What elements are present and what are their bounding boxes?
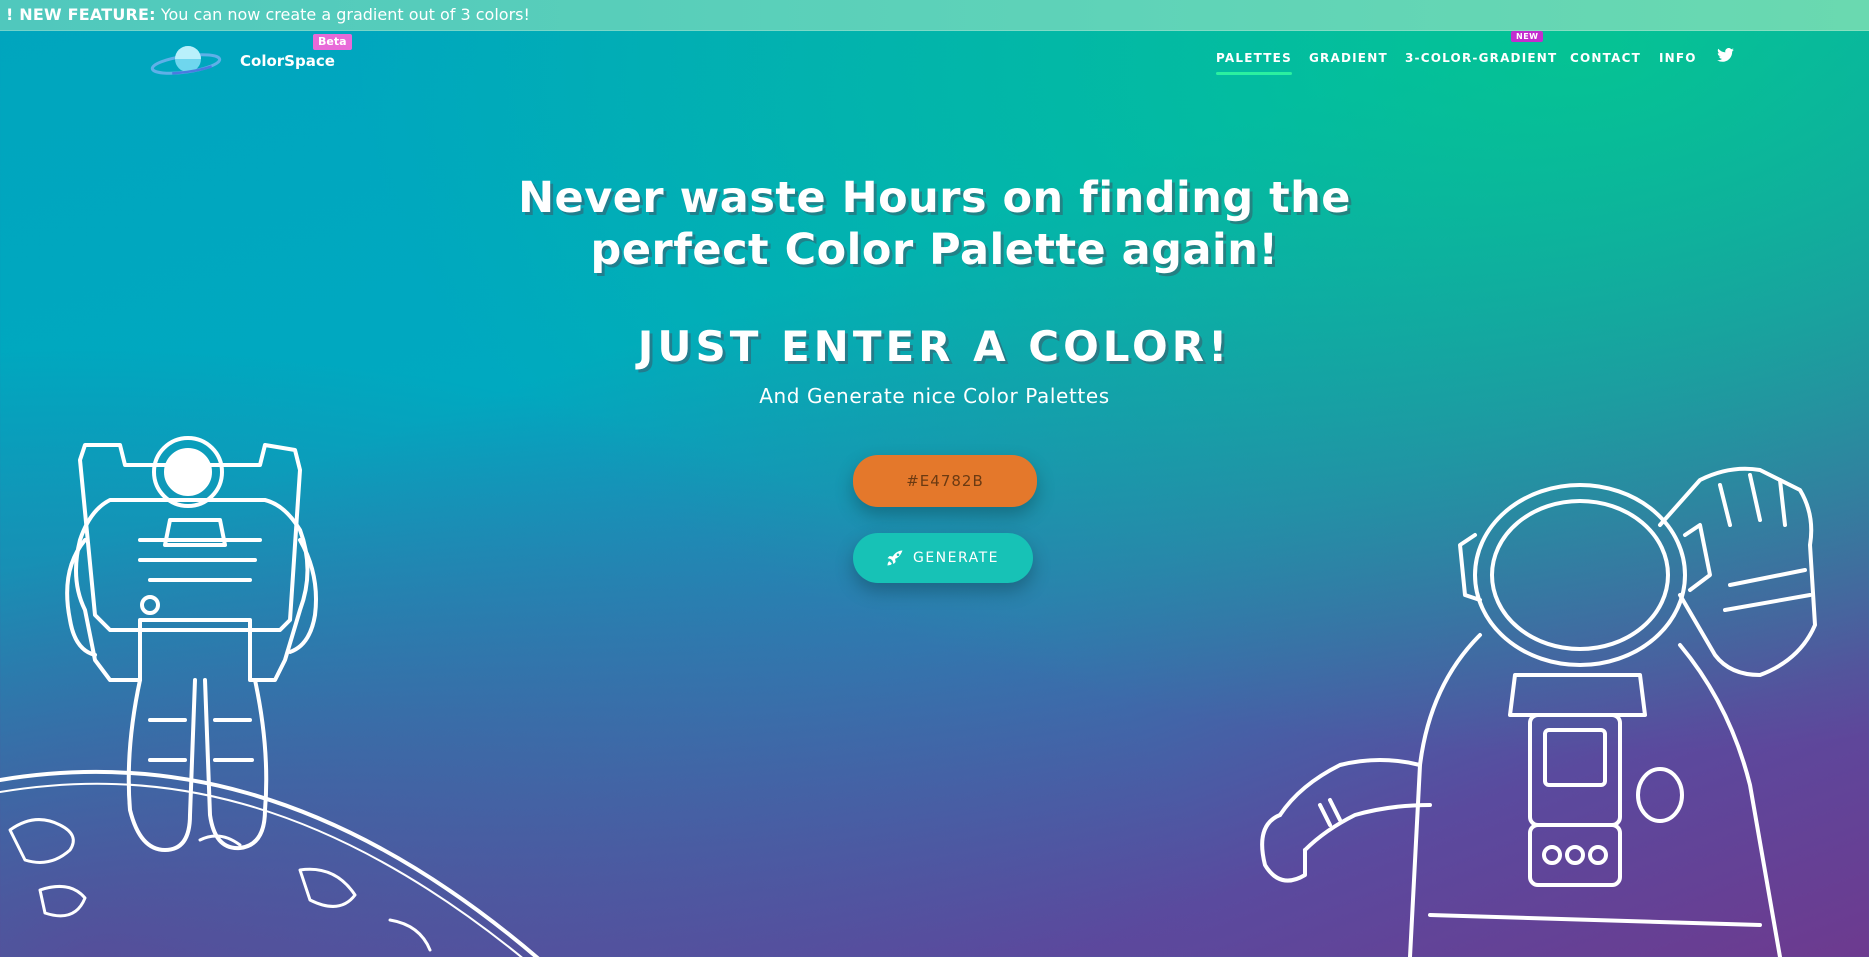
color-input[interactable] [853,455,1037,507]
nav-3-color-gradient[interactable]: 3-COLOR-GRADIENT [1405,51,1557,65]
headline-line-2: perfect Color Palette again! [590,225,1279,275]
nav-info[interactable]: INFO [1659,51,1697,65]
announcement-text: You can now create a gradient out of 3 c… [155,5,530,24]
brand-logo[interactable] [150,44,222,78]
brand-name[interactable]: ColorSpace [240,52,335,70]
new-badge: NEW [1511,31,1544,42]
nav-gradient[interactable]: GRADIENT [1309,51,1388,65]
hero-headline: Never waste Hours on finding the perfect… [0,172,1869,276]
beta-badge: Beta [313,34,352,50]
announcement-label: ! NEW FEATURE: [6,5,156,24]
nav-contact[interactable]: CONTACT [1570,51,1641,65]
generate-label: GENERATE [912,550,1000,566]
headline-line-1: Never waste Hours on finding the [518,173,1351,223]
hero-subheading: JUST ENTER A COLOR! [637,322,1232,371]
planet-logo-icon [150,46,222,75]
generate-button[interactable]: GENERATE [853,533,1033,583]
rocket-icon [887,550,903,566]
astronaut-waving-illustration [1260,466,1817,957]
announcement-bar: ! NEW FEATURE: You can now create a grad… [0,0,1869,31]
hero-tagline: And Generate nice Color Palettes [759,384,1110,408]
astronaut-planet-illustration [0,436,540,957]
nav-palettes[interactable]: PALETTES [1216,51,1292,75]
twitter-icon[interactable] [1717,48,1734,62]
